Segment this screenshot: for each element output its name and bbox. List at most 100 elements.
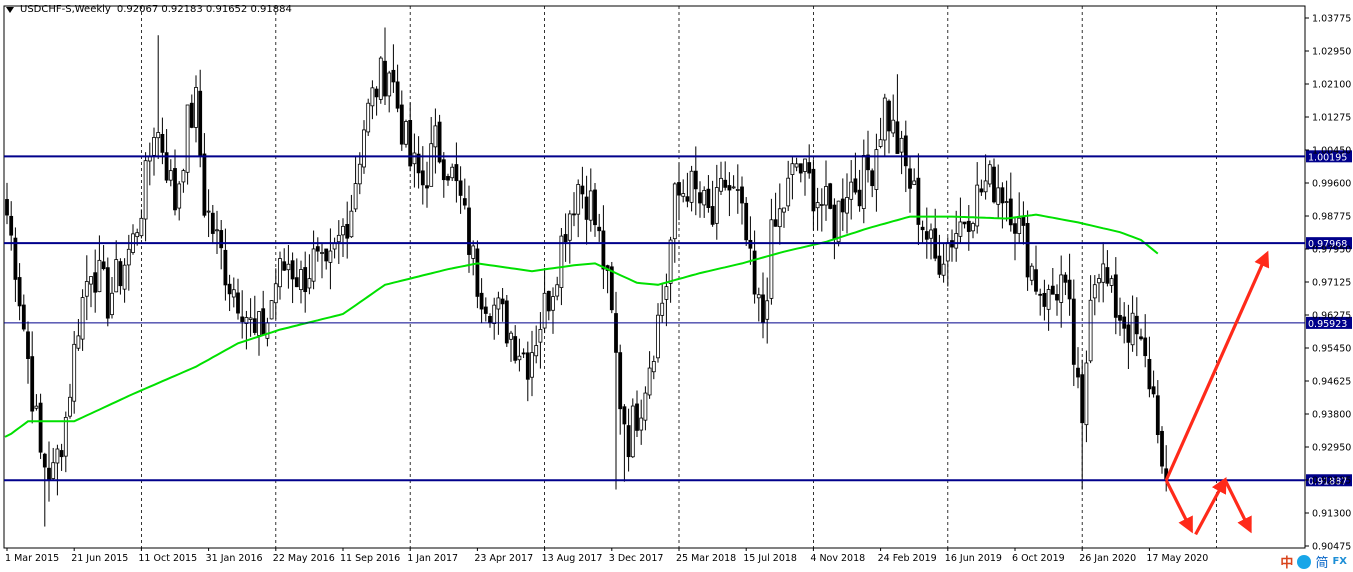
candle-body [996,187,1001,205]
candle-body [492,304,497,325]
candle-body [941,263,946,276]
candle-body [273,283,278,304]
candle-body [513,336,518,361]
candle-body [278,258,282,288]
candle-body [908,168,912,189]
candle-body [320,252,324,254]
candle-body [903,135,908,167]
candle-body [593,189,597,226]
candle-body [299,269,303,291]
candle-body [1059,274,1064,303]
candle-body [660,302,665,316]
x-tick-label: 21 Jun 2015 [71,553,128,564]
dropdown-triangle-icon[interactable] [6,6,14,13]
candle-body [366,102,371,133]
candle-body [265,322,270,339]
candle-body [290,260,295,280]
y-tick-label: 0.97950 [1312,245,1351,256]
price-chart[interactable]: 1.001950.979680.959230.918871.037751.029… [0,0,1353,572]
candle-body [689,170,694,203]
candle-body [1113,274,1118,318]
candle-body [819,204,824,206]
candle-body [1151,386,1156,395]
candle-body [882,97,887,141]
candle-body [26,331,30,359]
candle-body [937,255,942,275]
candle-body [231,289,236,298]
y-tick-label: 0.98775 [1312,212,1351,223]
candle-body [803,158,807,172]
candle-body [971,223,975,232]
candle-body [147,156,152,162]
candle-body [824,186,828,206]
candle-body [47,467,51,480]
candle-body [958,221,963,237]
brand-logo-text: FX [1332,556,1347,567]
candle-body [836,200,841,243]
candle-body [1130,312,1135,346]
candle-body [9,215,14,236]
candle-body [1025,223,1030,278]
candle-body [702,189,707,206]
candle-body [807,162,812,174]
candle-body [89,276,93,285]
candle-body [677,182,681,196]
candle-body [845,197,849,214]
candle-body [17,277,22,307]
candle-body [395,81,400,109]
candle-body [345,224,350,239]
candle-body [194,87,198,128]
candle-body [672,183,677,240]
x-tick-label: 17 May 2020 [1146,553,1208,564]
candle-body [828,183,833,209]
candle-body [1013,223,1017,234]
candle-body [794,163,799,168]
candle-body [236,292,240,314]
candle-body [601,230,606,270]
candle-body [143,160,148,220]
candle-body [353,183,358,210]
y-tick-label: 0.95450 [1312,344,1351,355]
candle-body [429,143,434,187]
candle-body [370,87,375,107]
candle-body [786,177,791,207]
candle-body [139,217,144,237]
candle-body [710,206,715,225]
candle-body [282,261,287,271]
candle-body [1084,362,1089,426]
y-tick-label: 1.02100 [1312,80,1351,91]
candle-body [441,159,446,181]
candle-body [975,184,980,227]
candle-body [173,168,177,211]
candle-body [840,198,845,213]
candle-body [1004,201,1009,203]
candle-body [861,155,866,209]
y-tick-label: 0.96275 [1312,311,1351,322]
candle-body [509,332,513,340]
candle-body [328,250,333,263]
candle-body [38,402,43,453]
candle-body [987,164,992,185]
candle-body [135,232,140,238]
candle-body [1038,293,1043,296]
candle-body [500,298,505,305]
candle-body [55,448,60,464]
x-tick-label: 23 Apr 2017 [474,553,533,564]
candle-body [378,57,383,100]
candle-body [706,188,711,208]
x-tick-label: 31 Jan 2016 [206,553,263,564]
candle-body [72,343,77,402]
candle-body [1008,198,1013,226]
candle-body [1029,265,1034,281]
candle-body [1134,315,1139,335]
x-tick-label: 6 Oct 2019 [1012,553,1065,564]
candle-body [588,190,593,221]
candle-body [177,183,182,209]
candle-body [1147,358,1152,390]
candle-body [685,196,690,202]
candle-body [1118,315,1122,321]
y-tick-label: 1.00450 [1312,146,1351,157]
candle-body [13,237,18,280]
candle-body [756,294,761,299]
brand-logo-icon [1297,554,1312,569]
